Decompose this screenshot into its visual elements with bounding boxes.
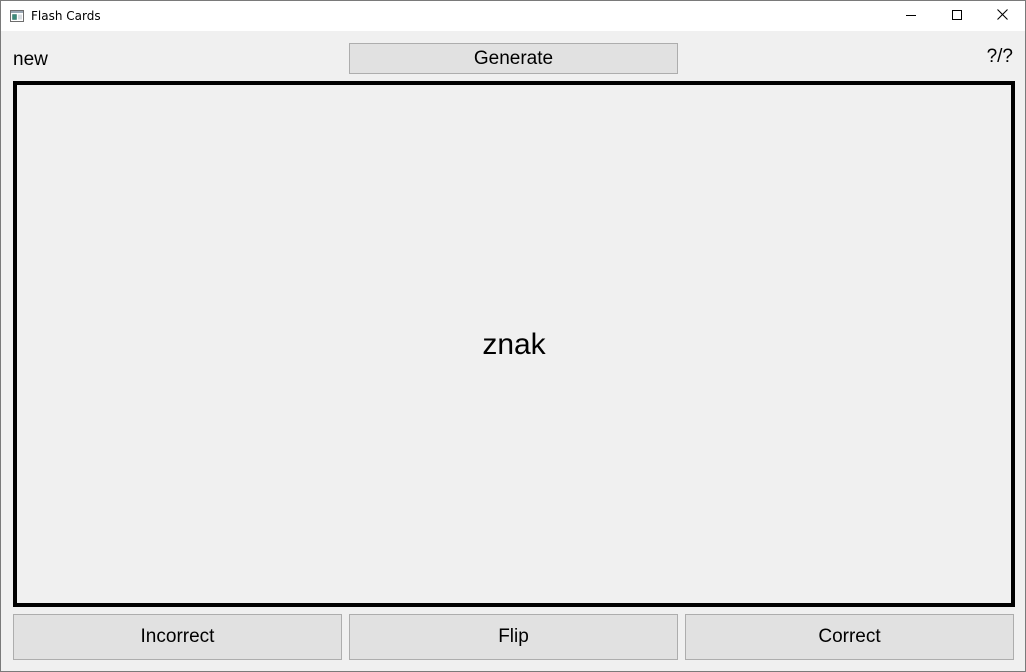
minimize-icon <box>906 7 916 25</box>
card-word: znak <box>482 328 546 361</box>
incorrect-button[interactable]: Incorrect <box>13 614 342 660</box>
title-bar[interactable]: Flash Cards <box>1 1 1025 31</box>
window-title: Flash Cards <box>31 9 101 23</box>
correct-button[interactable]: Correct <box>685 614 1014 660</box>
app-window: Flash Cards new Generate ?/? znak Incorr… <box>0 0 1026 672</box>
flip-button[interactable]: Flip <box>349 614 678 660</box>
close-button[interactable] <box>979 1 1025 31</box>
generate-button[interactable]: Generate <box>349 43 678 74</box>
maximize-button[interactable] <box>934 1 980 31</box>
card-counter: ?/? <box>986 46 1013 67</box>
card-status-label: new <box>13 49 48 70</box>
flash-card[interactable]: znak <box>13 81 1015 607</box>
minimize-button[interactable] <box>888 1 934 31</box>
maximize-icon <box>952 7 962 25</box>
close-icon <box>996 7 1008 25</box>
app-window-icon <box>10 9 24 22</box>
